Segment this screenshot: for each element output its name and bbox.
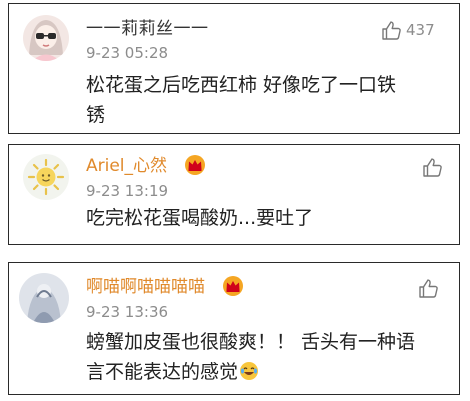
like-count: 437 — [406, 21, 435, 39]
comment-text-line: 吃完松花蛋喝酸奶...要吐了 — [86, 207, 314, 229]
comment-text-segment: 言不能表达的感觉 — [86, 361, 239, 383]
timestamp: 9-23 13:19 — [86, 182, 169, 200]
thumbs-up-icon — [423, 157, 442, 177]
timestamp: 9-23 13:36 — [86, 303, 169, 321]
avatar[interactable] — [23, 15, 69, 61]
comment-text: 螃蟹加皮蛋也很酸爽！！ 舌头有一种语 言不能表达的感觉 — [86, 327, 415, 387]
crown-icon — [185, 155, 205, 175]
thumbs-up-icon — [382, 20, 401, 40]
thumbs-up-icon — [419, 278, 438, 298]
avatar[interactable] — [23, 154, 69, 200]
timestamp: 9-23 05:28 — [86, 44, 169, 62]
comment-text-line: 螃蟹加皮蛋也很酸爽！！ 舌头有一种语 — [86, 331, 416, 353]
comment-text: 吃完松花蛋喝酸奶...要吐了 — [86, 203, 313, 233]
avatar-sun-image — [23, 154, 69, 200]
username[interactable]: Ariel_心然 — [86, 156, 167, 176]
comment-text-line: 言不能表达的感觉 — [86, 357, 415, 387]
comment-text: 松花蛋之后吃西红柿 好像吃了一口铁 锈 — [86, 70, 396, 130]
username[interactable]: 一一莉莉丝一一 — [86, 19, 209, 39]
comment-text-line: 松花蛋之后吃西红柿 好像吃了一口铁 — [86, 74, 397, 96]
like-button[interactable]: 437 — [381, 19, 435, 41]
like-button[interactable] — [422, 156, 443, 178]
like-button[interactable] — [418, 277, 439, 299]
comment-card: 啊喵啊喵喵喵喵 9-23 13:36 螃蟹加皮蛋也很酸爽！！ 舌头有一种语 言不… — [8, 262, 460, 395]
comment-card: 一一莉莉丝一一 9-23 05:28 437 松花蛋之后吃西红柿 好像吃了一口铁… — [8, 3, 460, 134]
avatar-girl-image — [23, 15, 69, 61]
comment-text-line: 锈 — [86, 104, 106, 126]
username[interactable]: 啊喵啊喵喵喵喵 — [86, 277, 205, 297]
crown-icon — [223, 276, 243, 296]
laughing-crying-emoji-icon — [240, 362, 259, 380]
avatar-illustration-image — [19, 273, 69, 323]
comment-card: Ariel_心然 9-23 13:19 吃完松花蛋喝酸奶...要吐了 — [8, 144, 460, 245]
avatar[interactable] — [19, 273, 69, 323]
